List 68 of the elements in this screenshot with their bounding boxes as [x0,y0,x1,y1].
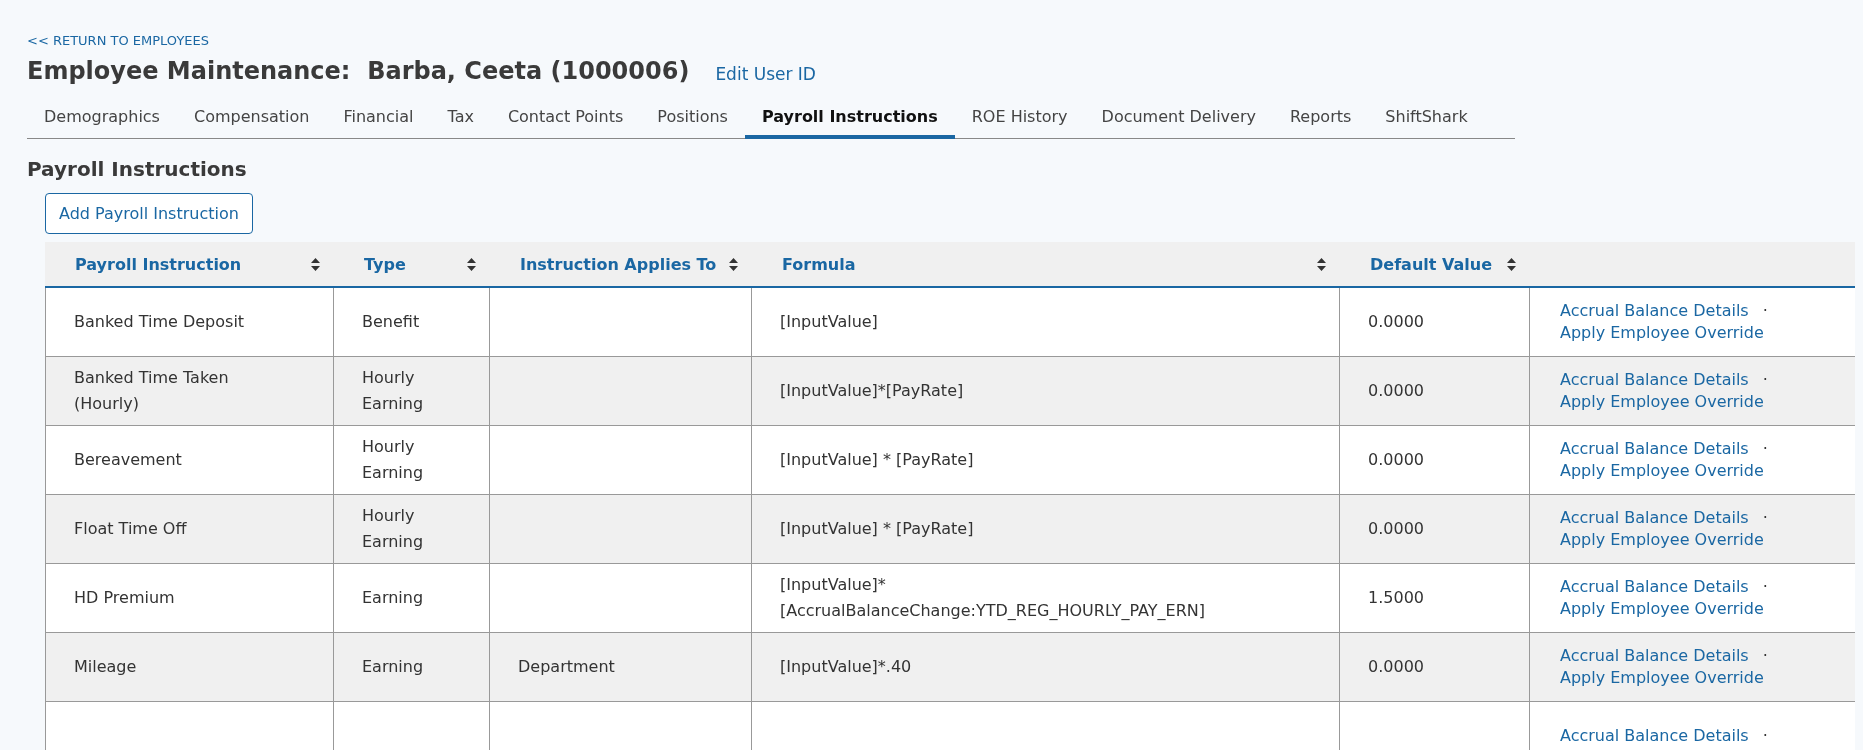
table-cell: [InputValue] * [PayRate] [752,495,1340,564]
accrual-balance-details-link[interactable]: Accrual Balance Details [1560,438,1749,460]
table-cell: Mileage [45,633,334,702]
section-title: Payroll Instructions [27,157,248,181]
sort-icon[interactable] [311,257,320,271]
table-cell: Hourly Earning [334,495,490,564]
table-cell: 0.0000 [1340,288,1530,357]
column-header[interactable]: Formula [782,254,856,274]
apply-employee-override-link[interactable]: Apply Employee Override [1560,322,1764,344]
apply-employee-override-link[interactable]: Apply Employee Override [1560,529,1764,551]
apply-employee-override-link[interactable]: Apply Employee Override [1560,667,1764,689]
table-cell: HD Premium [45,564,334,633]
tab[interactable]: Reports [1272,97,1369,139]
separator-dot: · [1762,438,1768,460]
table-cell: [InputValue]*[PayRate] [752,357,1340,426]
accrual-balance-details-link[interactable]: Accrual Balance Details [1560,369,1749,391]
accrual-balance-details-link[interactable]: Accrual Balance Details [1560,300,1749,322]
apply-employee-override-link[interactable]: Apply Employee Override [1560,598,1764,620]
accrual-balance-details-link[interactable]: Accrual Balance Details [1560,645,1749,667]
tab[interactable]: Document Delivery [1084,97,1273,139]
tab[interactable]: Financial [326,97,431,139]
tab[interactable]: Positions [640,97,745,139]
table-cell: 0.0000 [1340,426,1530,495]
sort-icon[interactable] [729,257,738,271]
table-cell: Earning [334,633,490,702]
table-cell: Banked Time Deposit [45,288,334,357]
add-payroll-instruction-button[interactable]: Add Payroll Instruction [45,193,253,234]
page-title: Employee Maintenance: Barba, Ceeta (1000006) [27,57,690,85]
sort-icon[interactable] [1507,257,1516,271]
table-cell: Hourly Earning [334,357,490,426]
accrual-balance-details-link[interactable]: Accrual Balance Details [1560,725,1749,747]
separator-dot: · [1762,725,1768,747]
tab[interactable]: Payroll Instructions [744,97,955,139]
table-cell: 1.5000 [1340,564,1530,633]
tab[interactable]: Contact Points [490,97,641,139]
tab[interactable]: ROE History [954,97,1085,139]
column-header[interactable]: Type [364,254,406,274]
apply-employee-override-link[interactable]: Apply Employee Override [1560,391,1764,413]
separator-dot: · [1762,645,1768,667]
table-cell: Department [490,633,752,702]
table-cell: 0.0000 [1340,357,1530,426]
tab[interactable]: ShiftShark [1368,97,1485,139]
sort-icon[interactable] [467,257,476,271]
tab[interactable]: Compensation [176,97,327,139]
table-cell: Earning [334,564,490,633]
return-link[interactable]: << RETURN TO EMPLOYEES [27,33,209,48]
table-cell: Benefit [334,288,490,357]
table-cell: 0.0000 [1340,633,1530,702]
sort-icon[interactable] [1317,257,1326,271]
separator-dot: · [1762,576,1768,598]
table-cell: [InputValue] * [PayRate] [752,426,1340,495]
tab[interactable]: Demographics [27,97,177,139]
table-cell: Float Time Off [45,495,334,564]
table-cell: Hourly Earning [334,426,490,495]
table-cell: [InputValue] [752,288,1340,357]
separator-dot: · [1762,507,1768,529]
apply-employee-override-link[interactable]: Apply Employee Override [1560,460,1764,482]
table-cell: [InputValue]* [AccrualBalanceChange:YTD_REG_HOURLY_PAY_ERN] [752,564,1340,633]
table-cell: 0.0000 [1340,495,1530,564]
separator-dot: · [1762,369,1768,391]
separator-dot: · [1762,300,1768,322]
edit-user-id-link[interactable]: Edit User ID [715,64,816,84]
tab[interactable]: Tax [430,97,491,139]
accrual-balance-details-link[interactable]: Accrual Balance Details [1560,507,1749,529]
table-cell: [InputValue]*.40 [752,633,1340,702]
table-cell: Bereavement [45,426,334,495]
accrual-balance-details-link[interactable]: Accrual Balance Details [1560,576,1749,598]
table-cell: Banked Time Taken (Hourly) [45,357,334,426]
